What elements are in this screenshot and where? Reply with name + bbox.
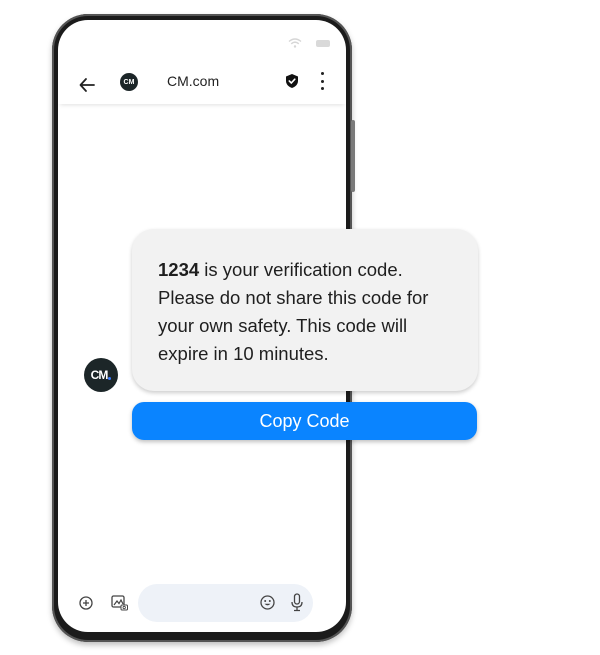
message-bubble: 1234 is your verification code. Please d… bbox=[132, 229, 478, 391]
app-bar: CM CM.com bbox=[58, 68, 346, 104]
battery-icon bbox=[316, 39, 330, 47]
plus-circle-icon[interactable] bbox=[79, 596, 93, 610]
message-text: 1234 is your verification code. Please d… bbox=[158, 256, 458, 368]
sender-logo: CM bbox=[120, 73, 138, 91]
wifi-icon bbox=[288, 38, 302, 48]
copy-code-button[interactable]: Copy Code bbox=[132, 402, 477, 440]
more-vertical-icon[interactable] bbox=[318, 72, 326, 90]
shield-check-icon[interactable] bbox=[285, 73, 299, 89]
verification-code: 1234 bbox=[158, 259, 200, 280]
message-input[interactable] bbox=[138, 584, 313, 622]
sender-avatar: CM bbox=[84, 358, 118, 392]
arrow-left-icon[interactable] bbox=[78, 76, 96, 94]
phone-side-button bbox=[351, 120, 355, 192]
conversation-title: CM.com bbox=[167, 73, 220, 89]
sender-avatar-text: CM bbox=[90, 368, 109, 382]
status-bar bbox=[288, 38, 330, 48]
message-body: is your verification code. Please do not… bbox=[158, 259, 429, 364]
composer-bar bbox=[58, 582, 346, 622]
emoji-icon[interactable] bbox=[260, 595, 275, 610]
gallery-camera-icon[interactable] bbox=[111, 595, 128, 611]
microphone-icon[interactable] bbox=[290, 593, 304, 612]
